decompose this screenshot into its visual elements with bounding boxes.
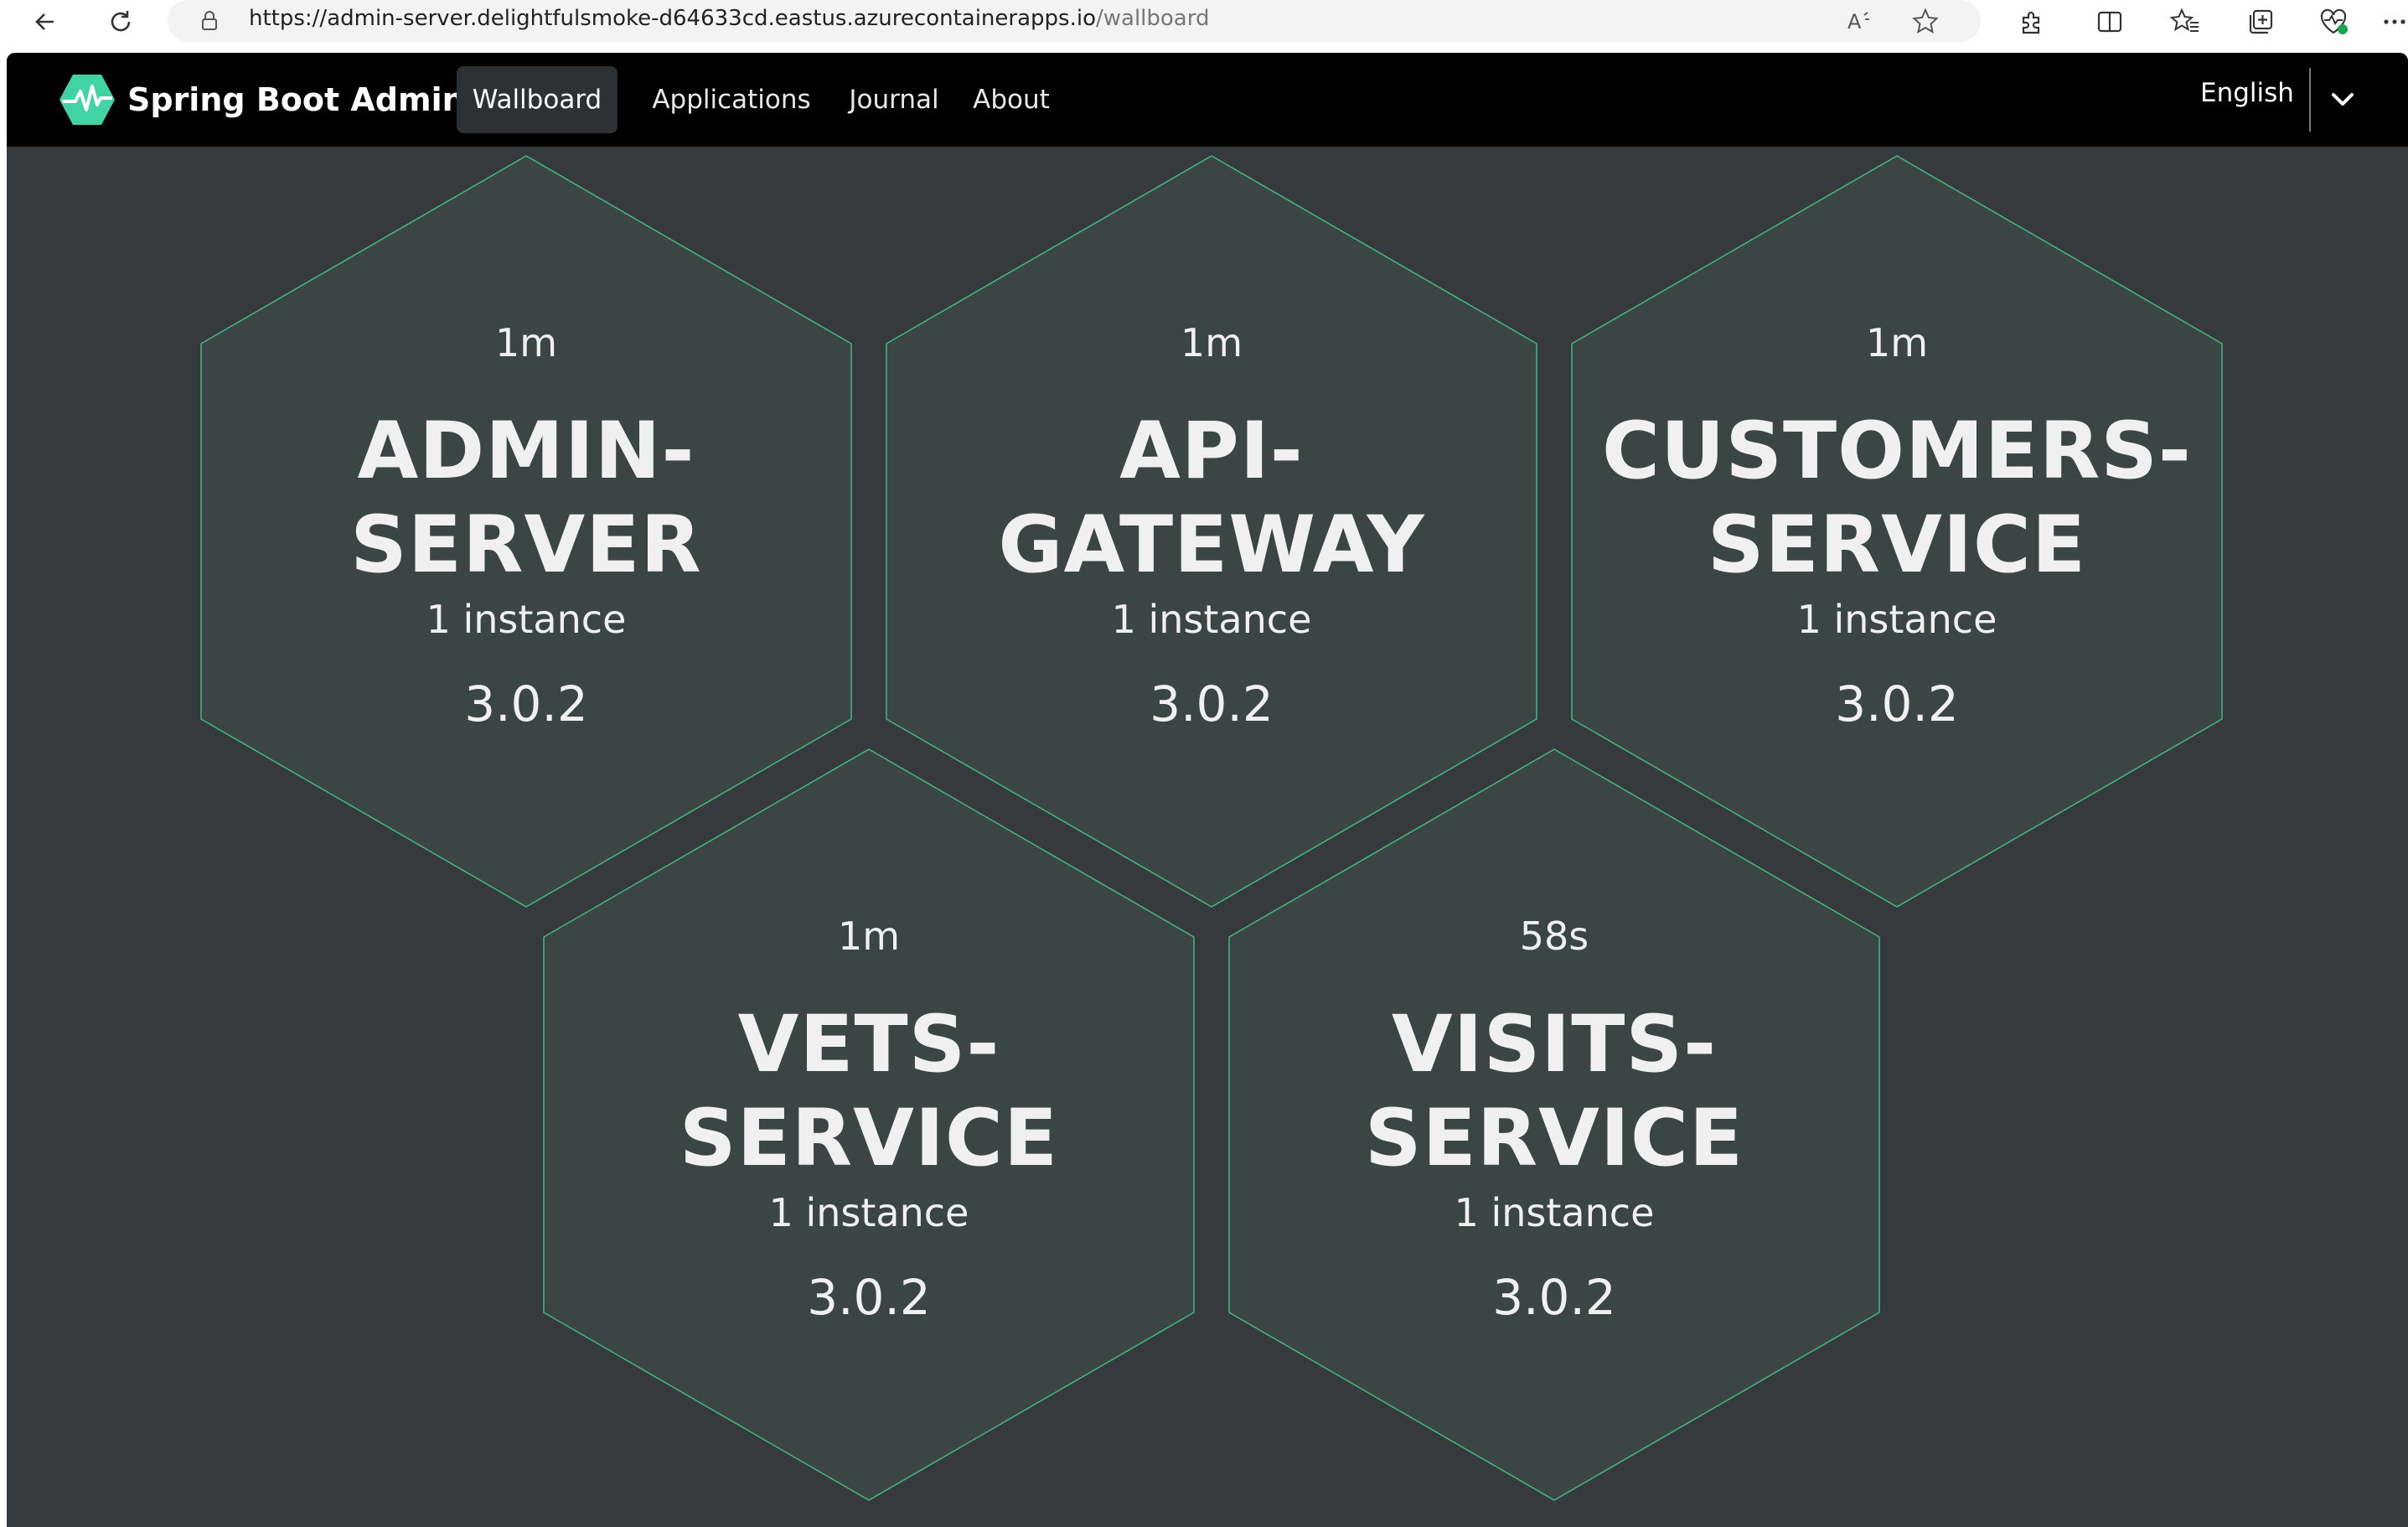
tile-instance-count: 1 instance xyxy=(426,597,627,642)
favorite-star-icon[interactable] xyxy=(1909,4,1942,38)
spring-boot-admin-logo-icon xyxy=(59,75,115,125)
tile-version: 3.0.2 xyxy=(1150,676,1274,732)
browser-toolbar: https://admin-server.delightfulsmoke-d64… xyxy=(0,0,2408,42)
tile-name-line-2: SERVICE xyxy=(679,1093,1059,1184)
tile-instance-count: 1 instance xyxy=(768,1190,969,1235)
wallboard: 1m ADMIN- SERVER 1 instance 3.0.2 1m API… xyxy=(7,147,2408,1527)
read-aloud-icon[interactable]: A xyxy=(1843,4,1877,38)
address-bar[interactable]: https://admin-server.delightfulsmoke-d64… xyxy=(168,0,1981,42)
tile-name-line-1: API- xyxy=(1119,406,1304,497)
tile-version: 3.0.2 xyxy=(1835,676,1959,732)
url-text[interactable]: https://admin-server.delightfulsmoke-d64… xyxy=(249,6,1209,31)
tile-name-line-1: ADMIN- xyxy=(357,406,695,497)
language-dropdown-toggle[interactable] xyxy=(2319,76,2366,123)
brand-home-link[interactable]: Spring Boot Admin xyxy=(59,73,465,127)
tile-name-line-2: GATEWAY xyxy=(998,500,1425,591)
tile-uptime: 1m xyxy=(837,914,901,959)
tile-name-line-2: SERVER xyxy=(350,500,702,591)
tile-uptime: 58s xyxy=(1519,914,1589,959)
brand-name: Spring Boot Admin xyxy=(127,81,465,118)
nav-wallboard[interactable]: Wallboard xyxy=(457,66,618,133)
application-tile-visits-service[interactable]: 58s VISITS- SERVICE 1 instance 3.0.2 xyxy=(1228,748,1880,1501)
application-tile-vets-service[interactable]: 1m VETS- SERVICE 1 instance 3.0.2 xyxy=(543,748,1195,1501)
collections-icon[interactable] xyxy=(2244,5,2277,39)
tile-instance-count: 1 instance xyxy=(1454,1190,1655,1235)
nav-about[interactable]: About xyxy=(964,66,1059,133)
tile-instance-count: 1 instance xyxy=(1796,597,1997,642)
url-host: https://admin-server.delightfulsmoke-d64… xyxy=(249,6,1096,31)
lock-icon[interactable] xyxy=(193,4,226,38)
svg-text:A: A xyxy=(1847,10,1862,34)
tile-version: 3.0.2 xyxy=(464,676,588,732)
tile-application-name: CUSTOMERS- SERVICE xyxy=(1571,405,2223,593)
tile-uptime: 1m xyxy=(1180,320,1243,365)
url-path: /wallboard xyxy=(1095,6,1210,31)
language-divider xyxy=(2309,68,2311,132)
tile-name-line-1: CUSTOMERS- xyxy=(1602,406,2192,497)
tile-application-name: ADMIN- SERVER xyxy=(200,405,852,593)
tile-version: 3.0.2 xyxy=(807,1269,931,1326)
more-icon[interactable] xyxy=(2381,5,2408,39)
tile-application-name: VETS- SERVICE xyxy=(543,998,1195,1186)
chevron-down-icon xyxy=(2332,93,2354,106)
favorites-icon[interactable] xyxy=(2168,5,2202,39)
tile-name-line-2: SERVICE xyxy=(1364,1093,1744,1184)
browser-essentials-icon[interactable] xyxy=(2318,5,2351,39)
tile-name-line-2: SERVICE xyxy=(1707,500,2087,591)
tile-uptime: 1m xyxy=(1865,320,1929,365)
spring-boot-admin-app: Spring Boot Admin Wallboard Applications… xyxy=(7,53,2408,1527)
split-screen-icon[interactable] xyxy=(2093,5,2126,39)
refresh-icon[interactable] xyxy=(104,5,137,39)
tile-application-name: VISITS- SERVICE xyxy=(1228,998,1880,1186)
tile-name-line-1: VETS- xyxy=(737,999,1000,1090)
back-arrow-icon[interactable] xyxy=(28,5,62,39)
tile-instance-count: 1 instance xyxy=(1111,597,1312,642)
tile-application-name: API- GATEWAY xyxy=(886,405,1537,593)
extensions-icon[interactable] xyxy=(2014,5,2048,39)
language-selector-label[interactable]: English xyxy=(2200,78,2294,108)
tile-uptime: 1m xyxy=(494,320,558,365)
nav-applications[interactable]: Applications xyxy=(637,66,826,133)
tile-name-line-1: VISITS- xyxy=(1391,999,1718,1090)
top-navbar: Spring Boot Admin Wallboard Applications… xyxy=(7,53,2408,147)
tile-version: 3.0.2 xyxy=(1492,1269,1616,1326)
nav-journal[interactable]: Journal xyxy=(841,66,947,133)
